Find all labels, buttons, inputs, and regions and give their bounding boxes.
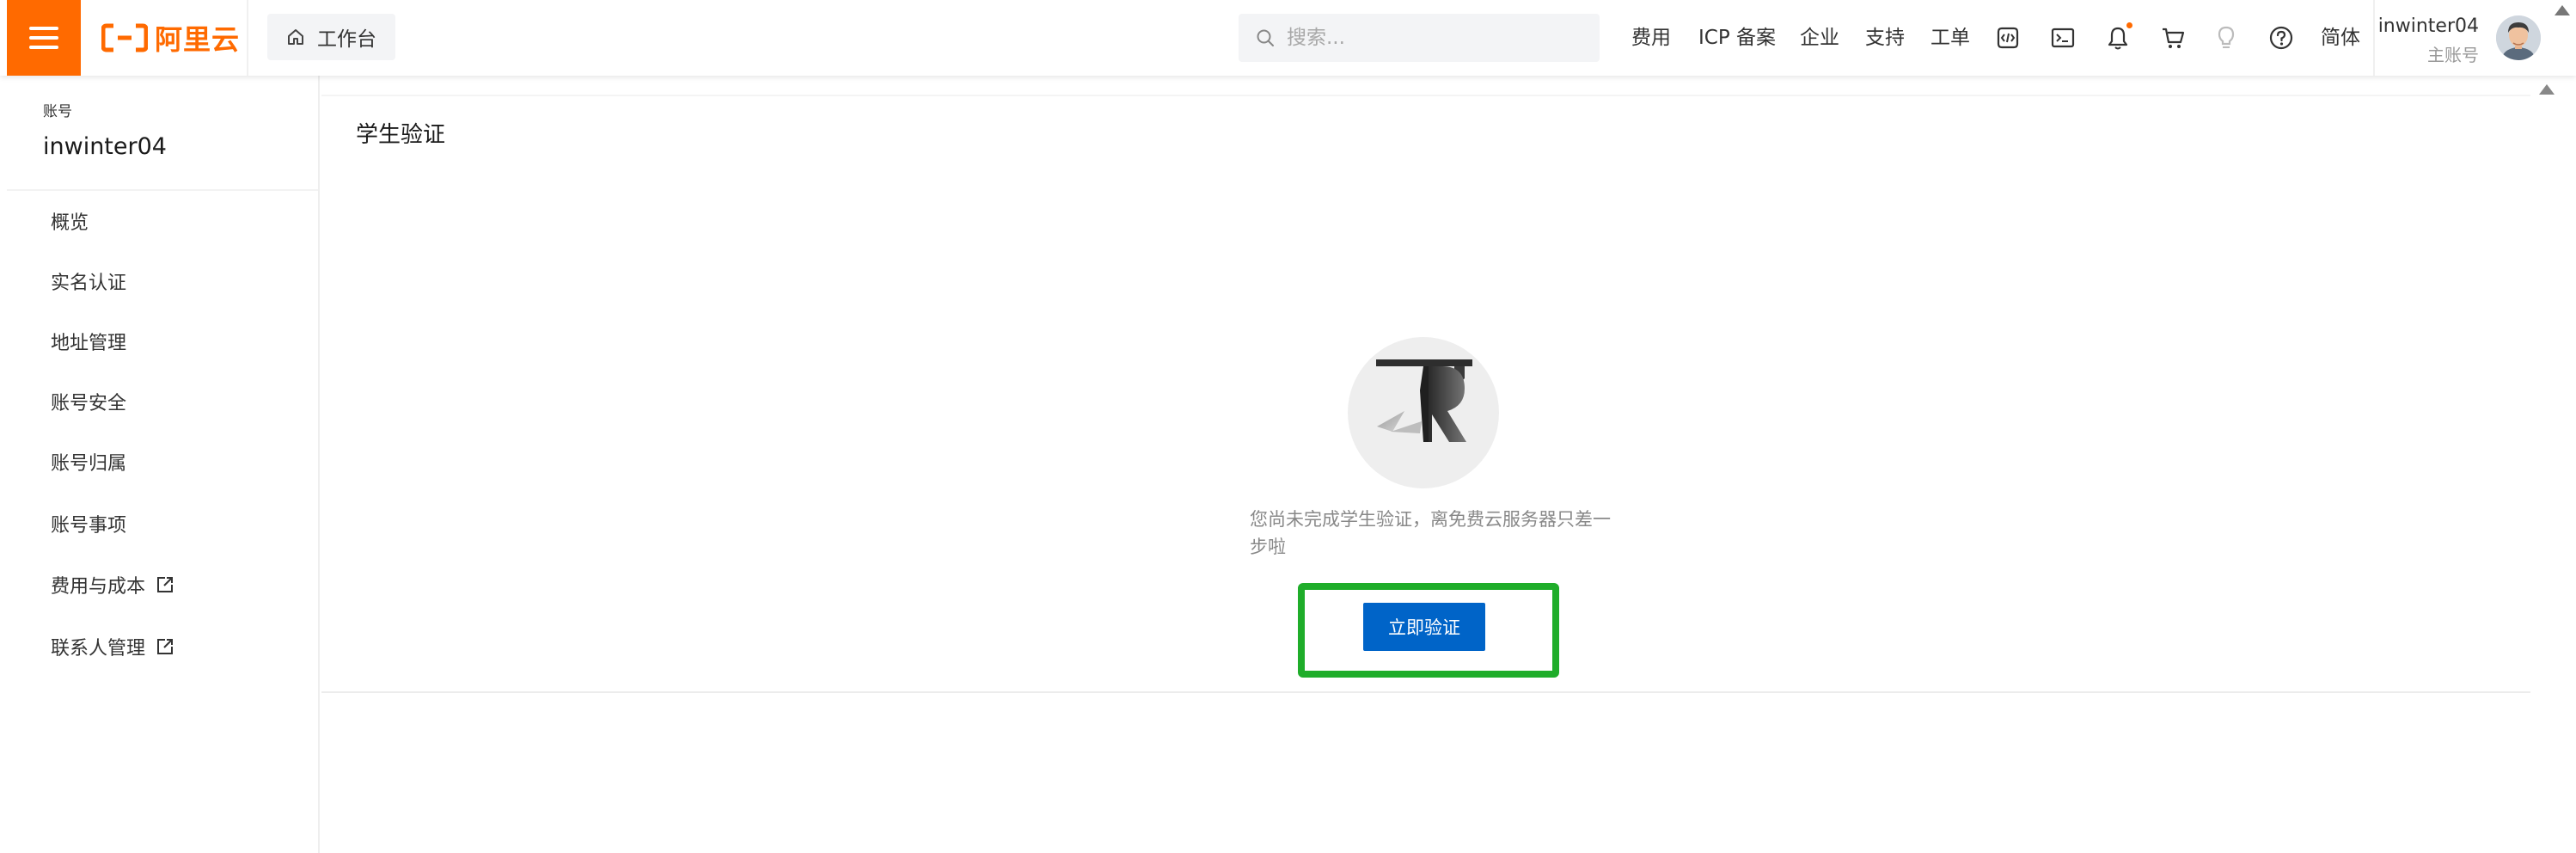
- bulb-icon[interactable]: [2211, 22, 2242, 53]
- page-scroll-up-arrow[interactable]: [2555, 5, 2570, 15]
- code-icon-graphic: [1997, 27, 2019, 49]
- nav-support[interactable]: 支持: [1865, 0, 1905, 76]
- nav-enterprise[interactable]: 企业: [1800, 0, 1839, 76]
- terminal-icon[interactable]: [2047, 22, 2078, 53]
- sidebar-item-contacts[interactable]: 联系人管理: [51, 633, 174, 660]
- search-input[interactable]: [1287, 27, 1579, 49]
- sidebar-item-label: 联系人管理: [51, 638, 146, 660]
- sidebar-item-label: 概览: [51, 212, 89, 234]
- sidebar: 账号 inwinter04 概览 实名认证 地址管理 账号安全 账号归属 账号事…: [7, 76, 320, 853]
- aliyun-logo-icon: [101, 23, 148, 52]
- sidebar-item-ownership[interactable]: 账号归属: [51, 448, 126, 476]
- user-name: inwinter04: [2377, 15, 2479, 37]
- student-verification-card: 学生验证 您尚未完成学生验证，离免费云服务器只差一步啦 立即验证: [321, 95, 2530, 693]
- menu-icon: [29, 21, 58, 55]
- sidebar-item-label: 地址管理: [51, 333, 127, 354]
- help-icon-graphic: [2269, 26, 2293, 50]
- menu-button[interactable]: [7, 0, 81, 76]
- sidebar-item-label: 账号安全: [51, 393, 127, 414]
- bell-icon-graphic: [2108, 27, 2128, 50]
- empty-state-message: 您尚未完成学生验证，离免费云服务器只差一步啦: [1250, 509, 1611, 557]
- logo-text: 阿里云: [155, 23, 241, 56]
- external-link-icon: [157, 577, 174, 592]
- cart-icon[interactable]: [2157, 22, 2188, 53]
- terminal-icon-graphic: [2051, 28, 2075, 48]
- language-switch[interactable]: 简体: [2321, 0, 2360, 76]
- sidebar-item-cost[interactable]: 费用与成本: [51, 571, 174, 598]
- verify-now-button[interactable]: 立即验证: [1363, 603, 1485, 651]
- sidebar-item-label: 账号归属: [51, 453, 127, 475]
- scroll-up-arrow[interactable]: [2539, 84, 2555, 95]
- nav-icp-filing[interactable]: ICP 备案: [1698, 0, 1776, 76]
- account-name: inwinter04: [43, 133, 167, 160]
- divider: [7, 189, 318, 191]
- workbench-button[interactable]: 工作台: [267, 14, 395, 60]
- divider: [247, 0, 248, 76]
- graduation-cap-illustration: [1348, 337, 1499, 488]
- code-icon[interactable]: [1992, 22, 2023, 53]
- top-bar: 阿里云 工作台 费用 ICP 备案 企业 支持 工单: [0, 0, 2576, 76]
- search-icon: [1257, 29, 1274, 46]
- avatar-graphic: [2496, 15, 2541, 60]
- bell-icon[interactable]: [2102, 22, 2133, 53]
- external-link-icon: [157, 639, 174, 654]
- graduation-cap-icon: [1376, 359, 1472, 442]
- nav-fees[interactable]: 费用: [1631, 0, 1671, 76]
- bulb-icon-graphic: [2218, 26, 2235, 48]
- sidebar-item-matters[interactable]: 账号事项: [51, 510, 126, 537]
- aliyun-logo[interactable]: 阿里云: [101, 19, 240, 57]
- workbench-label: 工作台: [317, 28, 376, 51]
- sidebar-item-real-name-auth[interactable]: 实名认证: [51, 267, 126, 295]
- cart-icon-graphic: [2163, 28, 2185, 48]
- sidebar-item-label: 实名认证: [51, 273, 127, 294]
- nav-ticket[interactable]: 工单: [1930, 0, 1970, 76]
- avatar: [2496, 15, 2541, 60]
- user-role: 主账号: [2427, 45, 2479, 65]
- sidebar-item-overview[interactable]: 概览: [51, 207, 89, 235]
- search-box[interactable]: [1239, 14, 1600, 62]
- account-label: 账号: [43, 103, 72, 120]
- sidebar-item-label: 账号事项: [51, 515, 127, 537]
- scrollbar[interactable]: [2530, 76, 2570, 853]
- divider: [2373, 0, 2375, 76]
- help-icon[interactable]: [2266, 22, 2297, 53]
- user-menu[interactable]: inwinter04 主账号: [2377, 0, 2568, 76]
- home-icon: [288, 29, 303, 45]
- notification-dot: [2126, 22, 2132, 28]
- page-title: 学生验证: [356, 122, 446, 148]
- main-content: 学生验证 您尚未完成学生验证，离免费云服务器只差一步啦 立即验证: [321, 76, 2530, 853]
- sidebar-item-label: 费用与成本: [51, 576, 146, 598]
- sidebar-item-address[interactable]: 地址管理: [51, 328, 126, 355]
- sidebar-item-security[interactable]: 账号安全: [51, 388, 126, 415]
